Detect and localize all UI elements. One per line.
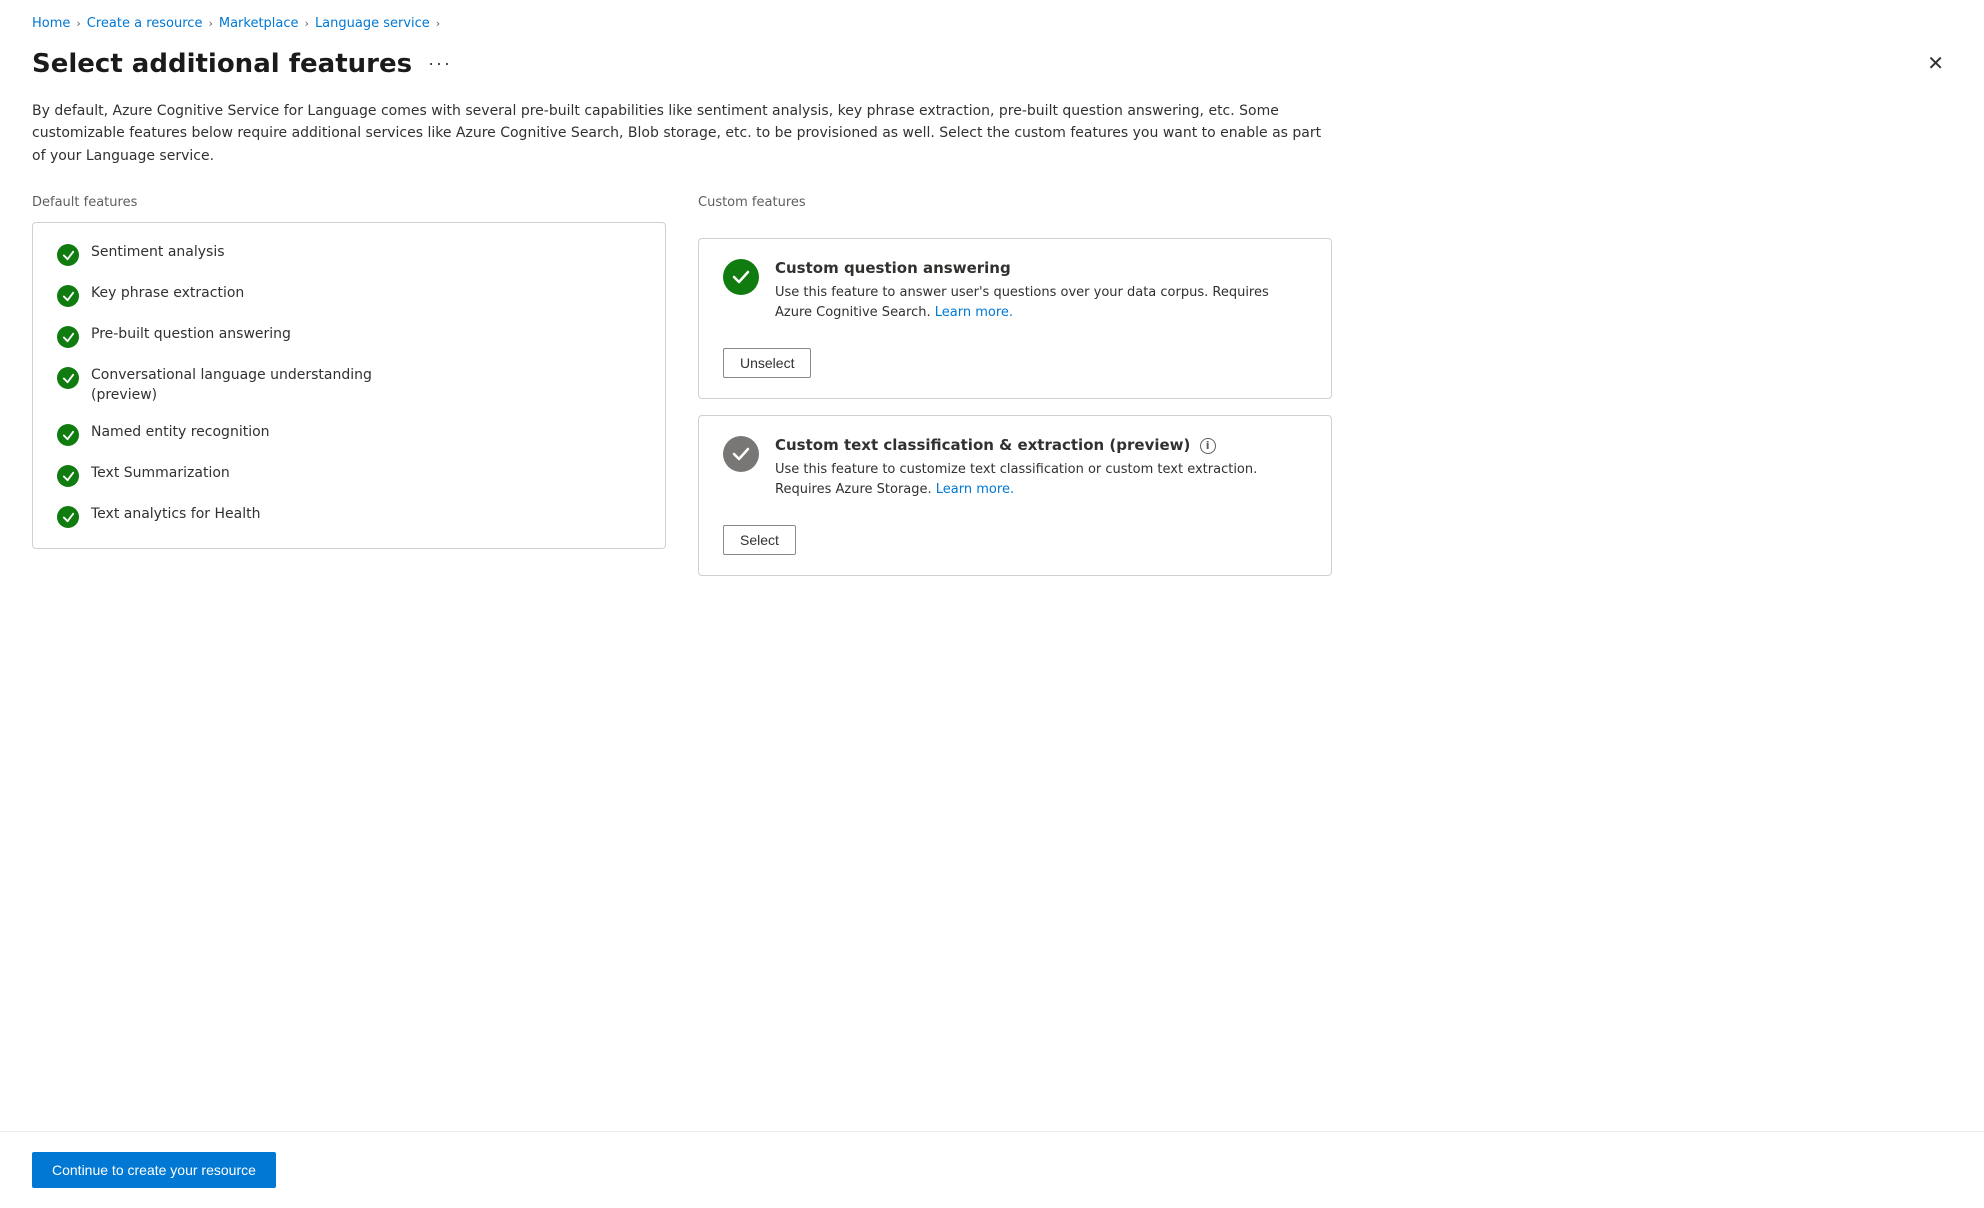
check-icon-ner [57, 424, 79, 446]
footer: Continue to create your resource [0, 1131, 1984, 1208]
close-button[interactable]: ✕ [1919, 47, 1952, 80]
custom-qa-title: Custom question answering [775, 259, 1307, 277]
custom-features-section: Custom features Custom question answerin… [698, 195, 1332, 576]
custom-feature-qa-header: Custom question answering Use this featu… [723, 259, 1307, 322]
page-header-left: Select additional features ··· [32, 49, 458, 79]
check-icon-text-summary [57, 465, 79, 487]
page-header: Select additional features ··· ✕ [32, 47, 1952, 80]
page-container: Home › Create a resource › Marketplace ›… [0, 0, 1984, 1131]
list-item: Key phrase extraction [57, 284, 641, 307]
unselect-button[interactable]: Unselect [723, 348, 811, 378]
default-features-section: Default features Sentiment analysis Key … [32, 195, 666, 576]
custom-classification-title: Custom text classification & extraction … [775, 436, 1307, 454]
check-icon-key-phrase [57, 285, 79, 307]
feature-sentiment-analysis: Sentiment analysis [91, 243, 225, 263]
feature-key-phrase: Key phrase extraction [91, 284, 244, 304]
features-container: Default features Sentiment analysis Key … [32, 195, 1332, 576]
select-button[interactable]: Select [723, 525, 796, 555]
check-icon-conv-lang [57, 367, 79, 389]
custom-feature-qa-info: Custom question answering Use this featu… [775, 259, 1307, 322]
page-description: By default, Azure Cognitive Service for … [32, 100, 1332, 167]
page-title: Select additional features [32, 49, 412, 79]
breadcrumb-sep-1: › [76, 17, 80, 30]
custom-feature-card-classification: Custom text classification & extraction … [698, 415, 1332, 576]
default-features-label: Default features [32, 195, 666, 210]
custom-qa-learn-more[interactable]: Learn more. [935, 305, 1013, 320]
check-icon-custom-qa [723, 259, 759, 295]
breadcrumb-language-service[interactable]: Language service [315, 16, 430, 31]
list-item: Sentiment analysis [57, 243, 641, 266]
list-item: Pre-built question answering [57, 325, 641, 348]
feature-ner: Named entity recognition [91, 423, 270, 443]
list-item: Text analytics for Health [57, 505, 641, 528]
custom-feature-classification-info: Custom text classification & extraction … [775, 436, 1307, 499]
breadcrumb-home[interactable]: Home [32, 16, 70, 31]
breadcrumb-marketplace[interactable]: Marketplace [219, 16, 299, 31]
custom-feature-classification-header: Custom text classification & extraction … [723, 436, 1307, 499]
check-icon-sentiment [57, 244, 79, 266]
custom-feature-card-qa: Custom question answering Use this featu… [698, 238, 1332, 399]
breadcrumb-sep-3: › [305, 17, 309, 30]
breadcrumb-sep-2: › [208, 17, 212, 30]
feature-text-health: Text analytics for Health [91, 505, 260, 525]
list-item: Named entity recognition [57, 423, 641, 446]
breadcrumb-sep-4: › [436, 17, 440, 30]
more-options-button[interactable]: ··· [422, 51, 458, 76]
breadcrumb: Home › Create a resource › Marketplace ›… [32, 16, 1952, 31]
custom-classification-learn-more[interactable]: Learn more. [936, 482, 1014, 497]
default-features-box: Sentiment analysis Key phrase extraction… [32, 222, 666, 549]
list-item: Text Summarization [57, 464, 641, 487]
feature-conv-lang: Conversational language understanding(pr… [91, 366, 372, 405]
breadcrumb-create-resource[interactable]: Create a resource [87, 16, 203, 31]
continue-button[interactable]: Continue to create your resource [32, 1152, 276, 1188]
check-icon-text-health [57, 506, 79, 528]
custom-qa-desc: Use this feature to answer user's questi… [775, 283, 1307, 322]
list-item: Conversational language understanding(pr… [57, 366, 641, 405]
check-icon-custom-classification [723, 436, 759, 472]
feature-prebuilt-qa: Pre-built question answering [91, 325, 291, 345]
check-icon-prebuilt-qa [57, 326, 79, 348]
custom-classification-desc: Use this feature to customize text class… [775, 460, 1307, 499]
info-icon: i [1200, 438, 1216, 454]
custom-features-label: Custom features [698, 195, 1332, 210]
feature-text-summary: Text Summarization [91, 464, 230, 484]
